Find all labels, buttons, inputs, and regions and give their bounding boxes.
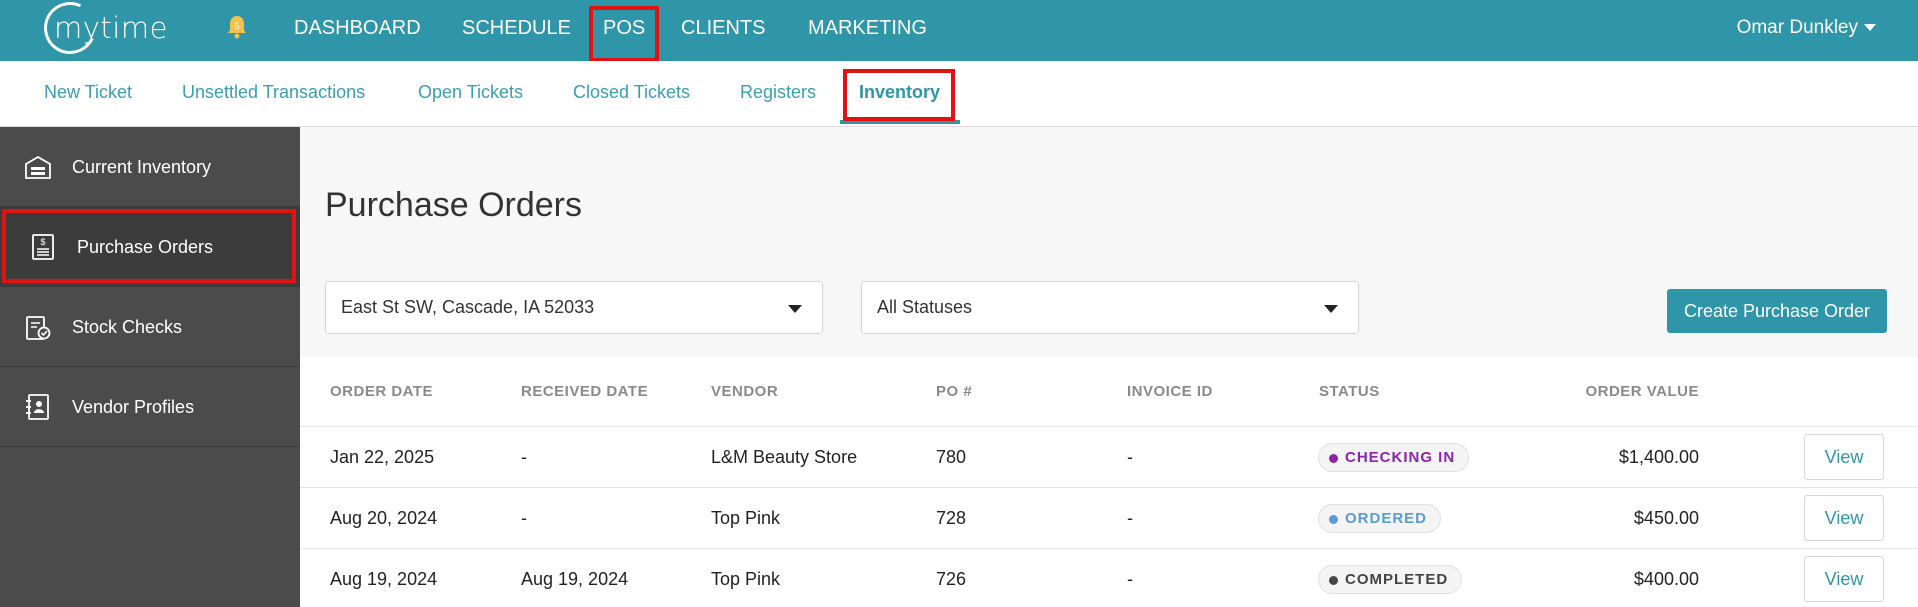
status-badge-label: ORDERED xyxy=(1345,510,1428,527)
status-select[interactable]: All Statuses xyxy=(861,281,1359,334)
vendor-cell: L&M Beauty Store xyxy=(711,447,858,467)
status-dot xyxy=(1329,576,1338,585)
location-select[interactable]: East St SW, Cascade, IA 52033 xyxy=(325,281,823,334)
status-badge: COMPLETED xyxy=(1318,565,1463,594)
contact-book-icon xyxy=(26,394,49,420)
received-date-cell: - xyxy=(521,447,527,467)
tab-registers[interactable]: Registers xyxy=(740,61,816,123)
status-badge: CHECKING IN xyxy=(1318,443,1470,472)
sidebar-item-label: Current Inventory xyxy=(72,157,212,177)
sidebar-item-label: Stock Checks xyxy=(72,317,183,337)
top-navbar: mytime 5 DASHBOARD SCHEDULE POS CLIENTS … xyxy=(0,0,1918,62)
inventory-sidebar: Current Inventory $ Purchase Orders Stoc… xyxy=(0,127,300,607)
nav-schedule[interactable]: SCHEDULE xyxy=(462,0,571,56)
column-header-status[interactable]: STATUS xyxy=(1319,357,1380,427)
purchase-orders-highlight-box xyxy=(2,209,296,283)
column-header-order-date[interactable]: ORDER DATE xyxy=(330,357,433,427)
sidebar-item-vendor-profiles[interactable]: Vendor Profiles xyxy=(0,367,300,447)
received-date-cell: Aug 19, 2024 xyxy=(521,569,629,589)
invoice-id-cell: - xyxy=(1127,508,1133,528)
purchase-orders-table: ORDER DATE RECEIVED DATE VENDOR PO # INV… xyxy=(300,357,1918,607)
view-button[interactable]: View xyxy=(1804,556,1884,602)
notification-count: 5 xyxy=(234,21,239,31)
vendor-cell: Top Pink xyxy=(711,508,781,528)
warehouse-icon xyxy=(25,155,51,179)
create-purchase-order-button[interactable]: Create Purchase Order xyxy=(1667,289,1887,333)
received-date-cell: - xyxy=(521,508,527,528)
dropdown-arrow-icon xyxy=(1324,305,1338,313)
column-header-invoice-id[interactable]: INVOICE ID xyxy=(1127,357,1213,427)
status-dot xyxy=(1329,515,1338,524)
status-badge-label: COMPLETED xyxy=(1345,571,1449,588)
tab-new-ticket[interactable]: New Ticket xyxy=(44,61,132,123)
pos-highlight-box xyxy=(589,6,659,62)
table-row[interactable]: Aug 19, 2024 Aug 19, 2024 Top Pink 726 -… xyxy=(300,548,1918,607)
tab-unsettled-transactions[interactable]: Unsettled Transactions xyxy=(182,61,365,123)
view-button[interactable]: View xyxy=(1804,495,1884,541)
view-button[interactable]: View xyxy=(1804,434,1884,480)
status-badge: ORDERED xyxy=(1318,504,1442,533)
sidebar-item-stock-checks[interactable]: Stock Checks xyxy=(0,287,300,367)
user-menu[interactable]: Omar Dunkley xyxy=(1737,0,1876,56)
table-row[interactable]: Aug 20, 2024 - Top Pink 728 - ORDERED $4… xyxy=(300,487,1918,548)
sidebar-item-label: Vendor Profiles xyxy=(72,397,195,417)
order-value-cell: $400.00 xyxy=(1633,569,1699,589)
invoice-id-cell: - xyxy=(1127,569,1133,589)
status-badge-label: CHECKING IN xyxy=(1345,449,1456,466)
column-header-order-value[interactable]: ORDER VALUE xyxy=(1500,357,1699,427)
chevron-down-icon xyxy=(1864,24,1876,32)
table-row[interactable]: Jan 22, 2025 - L&M Beauty Store 780 - CH… xyxy=(300,426,1918,487)
po-number-cell: 728 xyxy=(936,508,967,528)
location-select-value: East St SW, Cascade, IA 52033 xyxy=(341,297,595,317)
status-dot xyxy=(1329,454,1338,463)
column-header-po-number[interactable]: PO # xyxy=(936,357,972,427)
vendor-cell: Top Pink xyxy=(711,569,781,589)
mytime-logo[interactable]: mytime xyxy=(36,0,167,62)
status-select-value: All Statuses xyxy=(877,297,973,317)
tab-closed-tickets[interactable]: Closed Tickets xyxy=(573,61,690,123)
logo-text: mytime xyxy=(54,11,168,45)
user-name: Omar Dunkley xyxy=(1736,17,1858,38)
sidebar-item-current-inventory[interactable]: Current Inventory xyxy=(0,127,300,207)
inventory-highlight-box xyxy=(843,69,955,121)
column-header-received-date[interactable]: RECEIVED DATE xyxy=(521,357,648,427)
nav-clients[interactable]: CLIENTS xyxy=(681,0,765,56)
clipboard-check-icon xyxy=(26,316,51,340)
notification-bell-icon[interactable]: 5 xyxy=(226,14,248,40)
tab-open-tickets[interactable]: Open Tickets xyxy=(418,61,523,123)
order-date-cell: Aug 19, 2024 xyxy=(330,569,438,589)
nav-dashboard[interactable]: DASHBOARD xyxy=(294,0,421,56)
order-value-cell: $1,400.00 xyxy=(1618,447,1699,467)
order-value-cell: $450.00 xyxy=(1633,508,1699,528)
po-number-cell: 726 xyxy=(936,569,967,589)
pos-subnav: New Ticket Unsettled Transactions Open T… xyxy=(0,61,1918,127)
column-header-vendor[interactable]: VENDOR xyxy=(711,357,778,427)
dropdown-arrow-icon xyxy=(788,305,802,313)
nav-marketing[interactable]: MARKETING xyxy=(808,0,927,56)
invoice-id-cell: - xyxy=(1127,447,1133,467)
order-date-cell: Aug 20, 2024 xyxy=(330,508,438,528)
page-title: Purchase Orders xyxy=(325,186,582,224)
order-date-cell: Jan 22, 2025 xyxy=(330,447,435,467)
po-number-cell: 780 xyxy=(936,447,967,467)
